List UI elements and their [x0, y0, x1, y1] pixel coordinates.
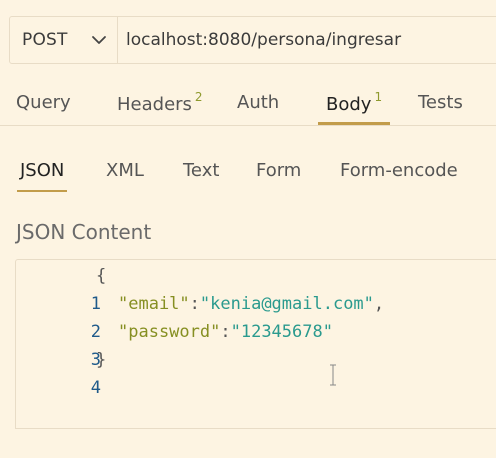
method-label: POST	[22, 30, 68, 50]
json-comma: ,	[373, 294, 385, 314]
body-tab-json[interactable]: JSON	[17, 160, 68, 192]
tab-label: Tests	[418, 92, 463, 113]
code-text: {	[96, 266, 107, 286]
tab-auth[interactable]: Auth	[237, 92, 279, 125]
json-key: "email"	[118, 294, 190, 314]
request-tabs: Query Headers 2 Auth Body 1 Tests	[0, 84, 496, 126]
url-input[interactable]	[118, 16, 496, 64]
json-separator: :	[220, 322, 231, 342]
tab-label: Auth	[237, 92, 280, 113]
body-format-tabs: JSON XML Text Form Form-encode	[0, 156, 496, 196]
body-tab-form[interactable]: Form	[256, 160, 301, 192]
body-tab-label: Text	[183, 160, 220, 181]
headers-count-badge: 2	[194, 90, 203, 104]
tab-headers[interactable]: Headers 2	[117, 90, 203, 125]
tab-label: Headers	[117, 94, 192, 115]
code-line: 1 {	[16, 262, 107, 314]
tab-label: Query	[16, 92, 71, 113]
code-line: 2 "email":"kenia@gmail.com",	[16, 290, 384, 342]
json-separator: :	[189, 294, 200, 314]
tab-body[interactable]: Body 1	[318, 90, 391, 125]
json-key: "password"	[118, 322, 221, 342]
chevron-down-icon[interactable]	[91, 32, 107, 48]
code-text: "email":"kenia@gmail.com",	[118, 290, 384, 318]
url-bar: POST	[9, 16, 496, 64]
line-number: 4	[90, 378, 101, 398]
body-tab-label: Form-encode	[340, 160, 458, 181]
body-tab-label: XML	[106, 160, 144, 181]
body-tab-xml[interactable]: XML	[106, 160, 144, 192]
tab-label: Body	[326, 94, 372, 115]
code-line: 4 }	[16, 346, 107, 398]
code-text: "password":"12345678"	[118, 318, 333, 346]
text-cursor-icon	[329, 364, 337, 386]
tab-tests[interactable]: Tests	[418, 92, 463, 125]
json-editor[interactable]: 1 { 2 "email":"kenia@gmail.com", 3 "pass…	[15, 259, 496, 429]
body-tab-text[interactable]: Text	[183, 160, 219, 192]
body-count-badge: 1	[374, 90, 383, 104]
body-tab-label: Form	[256, 160, 302, 181]
method-select[interactable]: POST	[10, 17, 118, 63]
code-line: 3 "password":"12345678"	[16, 318, 333, 370]
json-value: "12345678"	[230, 322, 333, 342]
json-content-label: JSON Content	[16, 220, 152, 244]
code-text: }	[96, 350, 107, 370]
body-tab-form-encode[interactable]: Form-encode	[340, 160, 458, 192]
json-value: "kenia@gmail.com"	[199, 294, 374, 314]
tab-query[interactable]: Query	[16, 92, 71, 125]
body-tab-label: JSON	[20, 160, 65, 181]
